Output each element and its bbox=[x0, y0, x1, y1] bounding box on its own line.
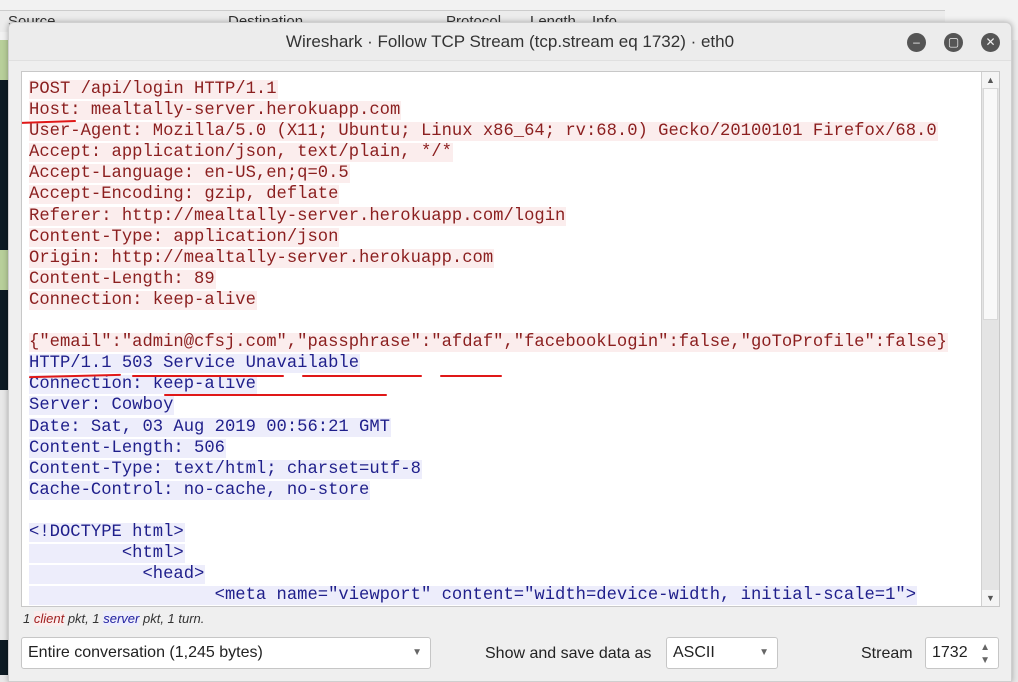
server-stream-line: Cache-Control: no-cache, no-store bbox=[29, 480, 948, 501]
server-stream-line: Content-Length: 506 bbox=[29, 438, 948, 459]
scrollbar-thumb[interactable] bbox=[983, 88, 998, 320]
stream-content-view[interactable]: POST /api/login HTTP/1.1 Host: mealtally-… bbox=[21, 71, 1000, 607]
annotation-underline-status bbox=[164, 394, 387, 396]
vertical-scrollbar[interactable]: ▲ ▼ bbox=[981, 72, 999, 606]
line-text: POST /api/login HTTP/1.1 bbox=[29, 80, 278, 99]
blank-stream-line bbox=[29, 311, 948, 332]
show-save-label: Show and save data as bbox=[485, 645, 652, 662]
line-text: <meta name="viewport" content="width=dev… bbox=[29, 586, 918, 606]
server-label: server bbox=[103, 611, 140, 626]
client-stream-line: Origin: http://mealtally-server.herokuap… bbox=[29, 248, 948, 269]
line-text: Connection: keep-alive bbox=[29, 375, 257, 395]
line-text: Cache-Control: no-cache, no-store bbox=[29, 480, 371, 500]
line-text: User-Agent: Mozilla/5.0 (X11; Ubuntu; Li… bbox=[29, 122, 938, 142]
client-stream-line: Accept-Encoding: gzip, deflate bbox=[29, 184, 948, 205]
client-stream-line: Connection: keep-alive bbox=[29, 290, 948, 311]
line-text: Content-Length: 506 bbox=[29, 438, 226, 458]
server-stream-line: <head> bbox=[29, 564, 948, 585]
dialog-title: Wireshark · Follow TCP Stream (tcp.strea… bbox=[9, 23, 1011, 61]
blank-stream-line bbox=[29, 501, 948, 522]
stream-lines: POST /api/login HTTP/1.1 Host: mealtally-… bbox=[29, 79, 948, 606]
line-text: <html> bbox=[29, 544, 185, 564]
line-text: Origin: http://mealtally-server.herokuap… bbox=[29, 248, 495, 268]
server-stream-line: <!DOCTYPE html> bbox=[29, 522, 948, 543]
line-text bbox=[29, 312, 30, 331]
client-stream-line: {"email":"admin@cfsj.com","passphrase":"… bbox=[29, 332, 948, 353]
scroll-down-icon[interactable]: ▼ bbox=[982, 590, 999, 606]
close-icon[interactable]: ✕ bbox=[981, 33, 1000, 52]
follow-tcp-stream-dialog: Wireshark · Follow TCP Stream (tcp.strea… bbox=[8, 22, 1012, 682]
minimize-icon[interactable]: – bbox=[907, 33, 926, 52]
annotation-underline-email-value bbox=[132, 375, 284, 377]
line-text: Content-Type: text/html; charset=utf-8 bbox=[29, 459, 422, 479]
line-text: Content-Length: 89 bbox=[29, 269, 216, 289]
server-stream-line: Server: Cowboy bbox=[29, 395, 948, 416]
client-stream-line: POST /api/login HTTP/1.1 bbox=[29, 79, 948, 100]
maximize-icon[interactable]: ▢ bbox=[944, 33, 963, 52]
line-text: Server: Cowboy bbox=[29, 396, 175, 416]
client-stream-line: Host: mealtally-server.herokuapp.com bbox=[29, 100, 948, 121]
client-stream-line: Content-Type: application/json bbox=[29, 227, 948, 248]
conversation-select[interactable]: Entire conversation (1,245 bytes) ▼ bbox=[21, 637, 431, 669]
chevron-down-icon: ▼ bbox=[759, 647, 769, 658]
server-stream-line: <html> bbox=[29, 543, 948, 564]
line-text bbox=[29, 502, 30, 521]
line-text: Accept-Encoding: gzip, deflate bbox=[29, 185, 340, 205]
client-label: client bbox=[33, 611, 65, 626]
line-text: Host: mealtally-server.herokuapp.com bbox=[29, 101, 402, 121]
format-select[interactable]: ASCII ▼ bbox=[666, 637, 778, 669]
chevron-down-icon: ▼ bbox=[412, 647, 422, 658]
line-text: Content-Type: application/json bbox=[29, 227, 340, 247]
stream-label: Stream bbox=[861, 645, 913, 662]
stream-number-spinbox[interactable]: 1732 ▲ ▼ bbox=[925, 637, 999, 669]
server-stream-line: HTTP/1.1 503 Service Unavailable bbox=[29, 353, 948, 374]
annotation-underline-passphrase bbox=[302, 375, 422, 377]
line-text: Referer: http://mealtally-server.herokua… bbox=[29, 206, 567, 226]
client-stream-line: Referer: http://mealtally-server.herokua… bbox=[29, 206, 948, 227]
server-stream-line: Content-Type: text/html; charset=utf-8 bbox=[29, 459, 948, 480]
line-text: <!DOCTYPE html> bbox=[29, 522, 185, 542]
line-text: Date: Sat, 03 Aug 2019 00:56:21 GMT bbox=[29, 417, 391, 437]
spin-arrows-icon[interactable]: ▲ ▼ bbox=[980, 641, 990, 667]
client-stream-line: Accept: application/json, text/plain, */… bbox=[29, 142, 948, 163]
server-stream-line: Connection: keep-alive bbox=[29, 374, 948, 395]
server-stream-line: Date: Sat, 03 Aug 2019 00:56:21 GMT bbox=[29, 417, 948, 438]
line-text: {"email":"admin@cfsj.com","passphrase":"… bbox=[29, 333, 948, 353]
scroll-up-icon[interactable]: ▲ bbox=[982, 72, 999, 88]
server-stream-line: <meta name="viewport" content="width=dev… bbox=[29, 585, 948, 606]
line-text: HTTP/1.1 503 Service Unavailable bbox=[29, 354, 361, 374]
line-text: Connection: keep-alive bbox=[29, 290, 257, 310]
annotation-underline-passphrase-value bbox=[440, 375, 502, 377]
line-text: <head> bbox=[29, 565, 206, 585]
client-stream-line: Content-Length: 89 bbox=[29, 269, 948, 290]
line-text: Accept-Language: en-US,en;q=0.5 bbox=[29, 164, 350, 184]
packet-summary: 1 client pkt, 1 server pkt, 1 turn. bbox=[23, 611, 205, 626]
line-text: Accept: application/json, text/plain, */… bbox=[29, 143, 453, 163]
client-stream-line: Accept-Language: en-US,en;q=0.5 bbox=[29, 163, 948, 184]
client-stream-line: User-Agent: Mozilla/5.0 (X11; Ubuntu; Li… bbox=[29, 121, 948, 142]
